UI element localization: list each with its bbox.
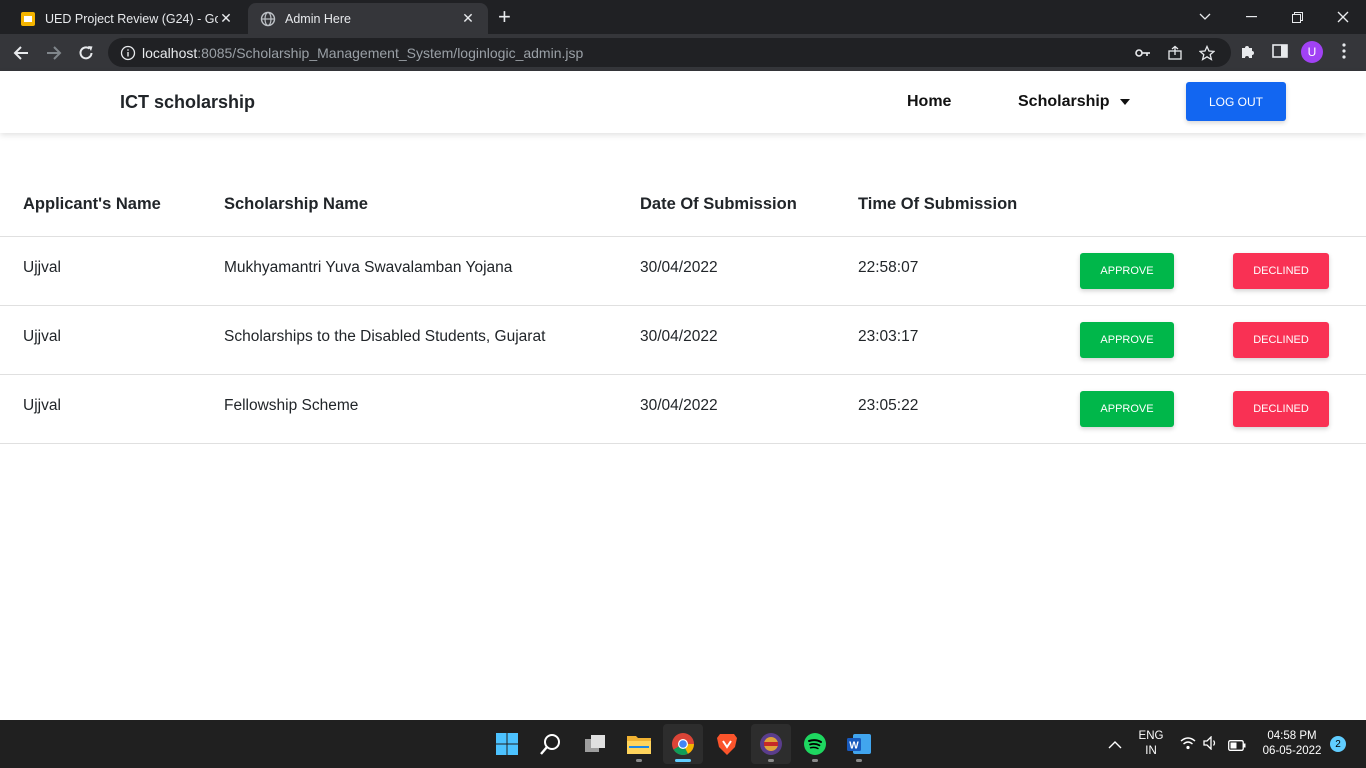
back-arrow-icon[interactable]: [9, 41, 33, 65]
clock-date: 06-05-2022: [1262, 745, 1322, 757]
applications-table: Applicant's Name Scholarship Name Date O…: [0, 168, 1366, 444]
search-button[interactable]: [531, 724, 571, 764]
caret-down-icon: [1119, 99, 1130, 105]
language-code: ENG: [1138, 730, 1164, 742]
browser-tab-project-review[interactable]: UED Project Review (G24) - Goog ✕: [8, 3, 246, 34]
svg-text:W: W: [849, 741, 859, 752]
tab-title: Admin Here: [285, 11, 351, 26]
browser-toolbar: localhost:8085/Scholarship_Management_Sy…: [0, 34, 1366, 71]
side-panel-icon[interactable]: [1270, 41, 1290, 61]
nav-dropdown-scholarship[interactable]: Scholarship: [1018, 93, 1130, 111]
header-applicant-name: Applicant's Name: [23, 195, 161, 213]
word-icon: W: [847, 734, 871, 754]
forward-arrow-icon[interactable]: [42, 41, 66, 65]
site-navbar: ICT scholarship Home Scholarship LOG OUT: [0, 71, 1366, 133]
approve-button[interactable]: APPROVE: [1080, 322, 1174, 358]
active-indicator: [675, 759, 691, 762]
gamepad-app-button[interactable]: [751, 724, 791, 764]
tab-search-chevron-icon[interactable]: [1182, 0, 1228, 34]
new-tab-button[interactable]: +: [498, 6, 511, 28]
windows-taskbar: W ENG IN 04:58 PM 06-05-2022: [0, 720, 1366, 768]
decline-button[interactable]: DECLINED: [1233, 322, 1329, 358]
running-indicator: [856, 759, 862, 762]
key-icon[interactable]: [1134, 44, 1152, 62]
spotify-button[interactable]: [795, 724, 835, 764]
applicant-name-cell: Ujjval: [23, 328, 61, 345]
header-date-of-submission: Date Of Submission: [640, 195, 797, 213]
table-row: Ujjval Mukhyamantri Yuva Swavalamban Yoj…: [0, 237, 1366, 306]
table-row: Ujjval Fellowship Scheme 30/04/2022 23:0…: [0, 375, 1366, 444]
url-text: localhost:8085/Scholarship_Management_Sy…: [142, 44, 584, 61]
time-cell: 22:58:07: [858, 259, 919, 276]
date-cell: 30/04/2022: [640, 328, 718, 345]
google-slides-icon: [21, 11, 35, 26]
restore-button[interactable]: [1274, 0, 1320, 34]
address-bar[interactable]: localhost:8085/Scholarship_Management_Sy…: [108, 38, 1231, 67]
search-icon: [540, 734, 560, 755]
time-cell: 23:03:17: [858, 328, 919, 345]
applicant-name-cell: Ujjval: [23, 397, 61, 414]
extensions-puzzle-icon[interactable]: [1238, 41, 1258, 61]
running-indicator: [812, 759, 818, 762]
nav-dropdown-label: Scholarship: [1018, 93, 1110, 110]
scholarship-name-cell: Scholarships to the Disabled Students, G…: [224, 328, 546, 345]
battery-icon[interactable]: [1228, 738, 1246, 756]
bookmark-star-icon[interactable]: [1198, 44, 1216, 62]
close-icon[interactable]: ✕: [218, 10, 234, 27]
task-view-button[interactable]: [575, 724, 615, 764]
decline-button[interactable]: DECLINED: [1233, 391, 1329, 427]
brand-title[interactable]: ICT scholarship: [120, 92, 255, 113]
windows-logo-icon: [496, 733, 518, 755]
volume-icon[interactable]: [1203, 735, 1219, 755]
start-button[interactable]: [487, 724, 527, 764]
close-window-button[interactable]: [1320, 0, 1366, 34]
chrome-button[interactable]: [663, 724, 703, 764]
notification-badge[interactable]: 2: [1330, 736, 1346, 752]
scholarship-name-cell: Mukhyamantri Yuva Swavalamban Yojana: [224, 259, 513, 276]
scholarship-name-cell: Fellowship Scheme: [224, 397, 359, 414]
clock[interactable]: 04:58 PM 06-05-2022: [1252, 729, 1332, 759]
chevron-up-icon[interactable]: [1108, 736, 1124, 752]
site-info-icon[interactable]: [120, 45, 136, 61]
tab-title: UED Project Review (G24) - Goog: [45, 11, 218, 26]
nav-link-home[interactable]: Home: [907, 93, 951, 111]
applicant-name-cell: Ujjval: [23, 259, 61, 276]
running-indicator: [768, 759, 774, 762]
spotify-icon: [804, 733, 826, 755]
logout-button[interactable]: LOG OUT: [1186, 82, 1286, 121]
browser-tab-bar: UED Project Review (G24) - Goog ✕ Admin …: [0, 0, 1366, 34]
file-explorer-button[interactable]: [619, 724, 659, 764]
app-badge-icon: [760, 733, 782, 755]
profile-avatar[interactable]: U: [1301, 41, 1323, 63]
table-header: Applicant's Name Scholarship Name Date O…: [0, 168, 1366, 237]
minimize-button[interactable]: [1228, 0, 1274, 34]
approve-button[interactable]: APPROVE: [1080, 253, 1174, 289]
header-time-of-submission: Time Of Submission: [858, 195, 1018, 213]
word-button[interactable]: W: [839, 724, 879, 764]
close-icon[interactable]: ✕: [460, 10, 476, 27]
chrome-icon: [672, 733, 694, 755]
decline-button[interactable]: DECLINED: [1233, 253, 1329, 289]
table-row: Ujjval Scholarships to the Disabled Stud…: [0, 306, 1366, 375]
region-code: IN: [1145, 745, 1157, 757]
share-icon[interactable]: [1166, 44, 1184, 62]
clock-time: 04:58 PM: [1267, 730, 1317, 742]
date-cell: 30/04/2022: [640, 259, 718, 276]
date-cell: 30/04/2022: [640, 397, 718, 414]
language-indicator[interactable]: ENG IN: [1134, 729, 1168, 759]
time-cell: 23:05:22: [858, 397, 919, 414]
wifi-icon[interactable]: [1180, 736, 1196, 755]
brave-button[interactable]: [707, 724, 747, 764]
task-view-icon: [585, 735, 605, 752]
approve-button[interactable]: APPROVE: [1080, 391, 1174, 427]
brave-lion-icon: [717, 734, 737, 755]
reload-icon[interactable]: [74, 41, 98, 65]
header-scholarship-name: Scholarship Name: [224, 195, 368, 213]
browser-tab-admin[interactable]: Admin Here ✕: [248, 3, 488, 34]
running-indicator: [636, 759, 642, 762]
globe-icon: [260, 11, 276, 26]
folder-icon: [627, 736, 651, 754]
more-menu-icon[interactable]: [1334, 41, 1354, 61]
